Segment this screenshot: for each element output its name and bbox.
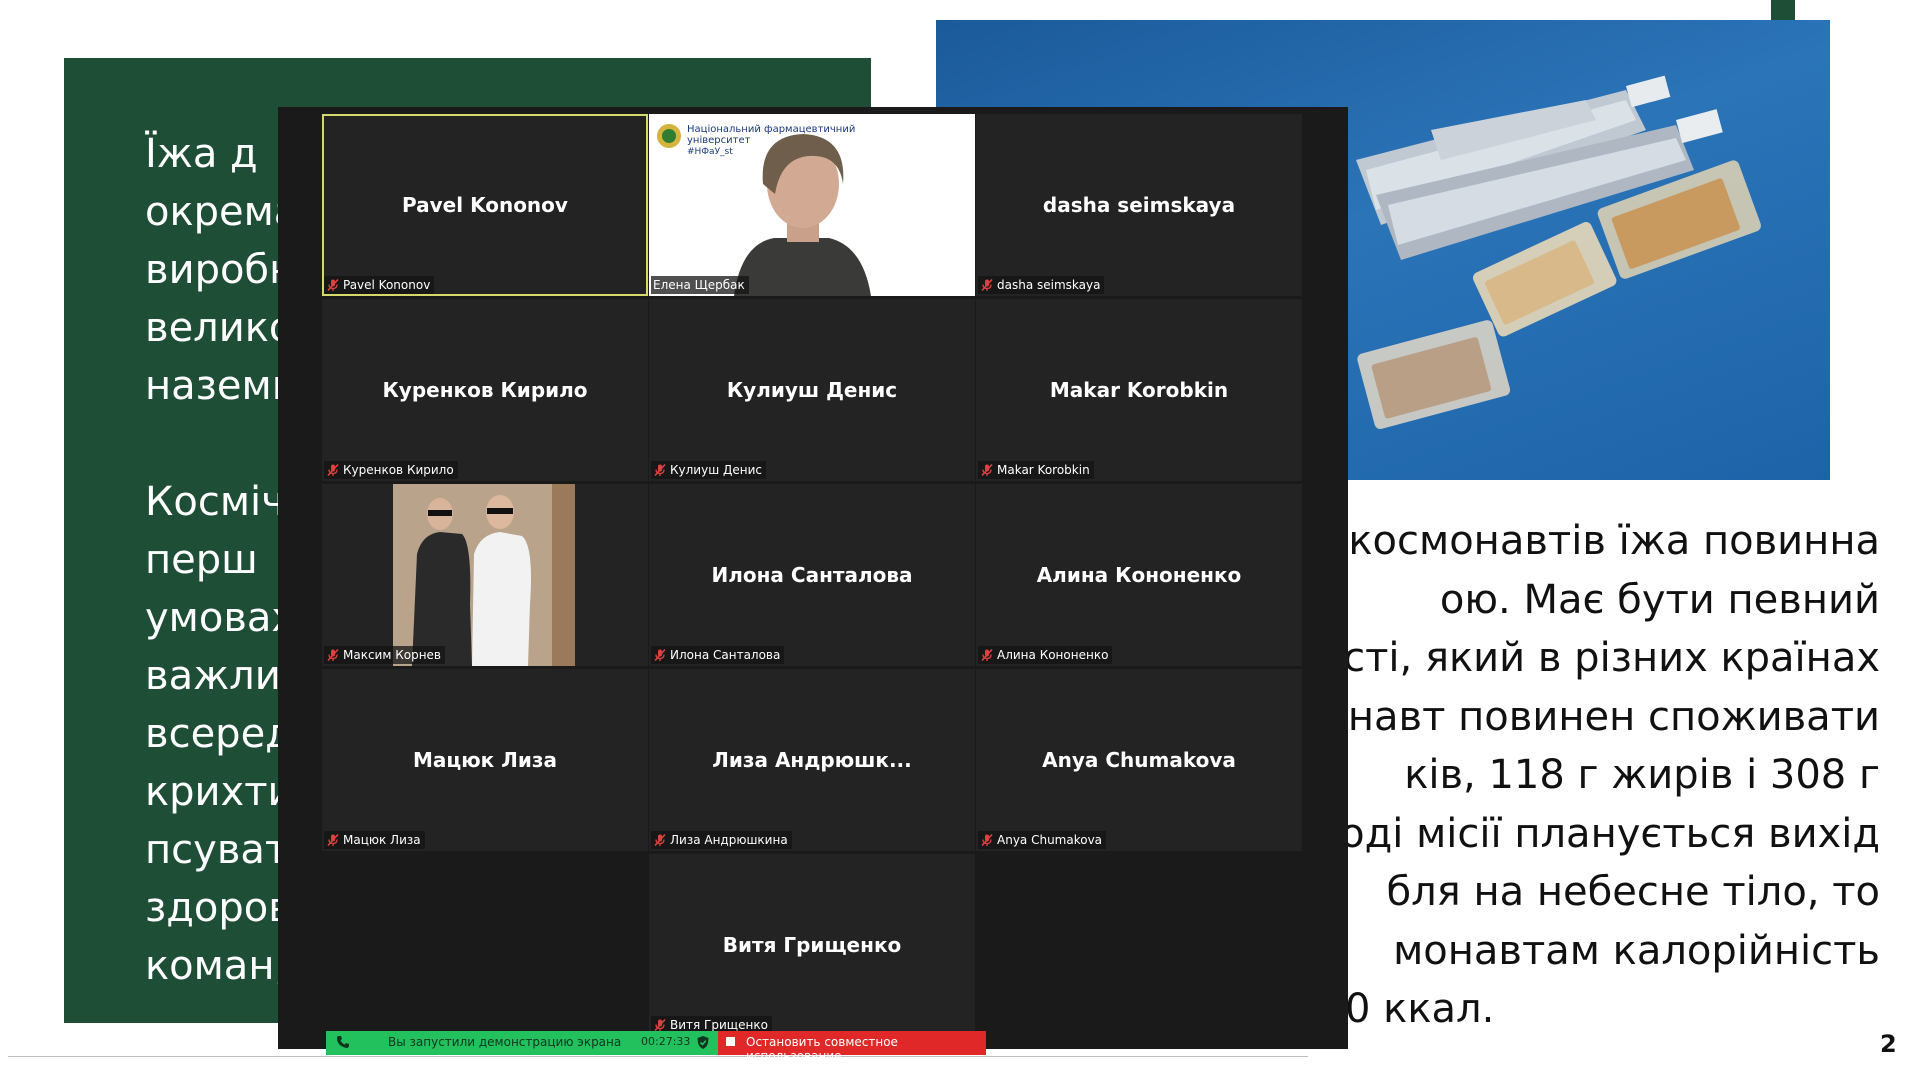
mic-muted-icon bbox=[327, 463, 339, 477]
participant-display-name: Витя Грищенко bbox=[722, 933, 902, 957]
participant-name-tag: dasha seimskaya bbox=[978, 276, 1105, 294]
mic-muted-icon bbox=[654, 1018, 666, 1032]
mic-muted-icon bbox=[327, 278, 339, 292]
share-status-text: Вы запустили демонстрацию экрана bbox=[388, 1035, 622, 1049]
participant-display-name: Куренков Кирило bbox=[382, 378, 588, 402]
participant-name-tag: Максим Корнев bbox=[324, 646, 445, 664]
empty-video-tile bbox=[976, 854, 1302, 1036]
mic-muted-icon bbox=[654, 463, 666, 477]
participant-tile[interactable]: Куренков Кирило Куренков Кирило bbox=[322, 299, 648, 481]
participant-tile[interactable]: Anya Chumakova Anya Chumakova bbox=[976, 669, 1302, 851]
mic-muted-icon bbox=[654, 833, 666, 847]
participant-display-name: Мацюк Лиза bbox=[413, 748, 557, 772]
participant-name-tag: Мацюк Лиза bbox=[324, 831, 425, 849]
participant-tile[interactable]: Алина Кононенко Алина Кононенко bbox=[976, 484, 1302, 666]
participant-name-tag: Илона Санталова bbox=[651, 646, 785, 664]
participant-name-tag: Куренков Кирило bbox=[324, 461, 458, 479]
participant-tile[interactable]: Мацюк Лиза Мацюк Лиза bbox=[322, 669, 648, 851]
participant-tile[interactable]: Лиза Андрюшк... Лиза Андрюшкина bbox=[649, 669, 975, 851]
mic-muted-icon bbox=[327, 648, 339, 662]
participant-name-tag: Makar Korobkin bbox=[978, 461, 1094, 479]
participant-display-name: Makar Korobkin bbox=[1049, 378, 1229, 402]
participant-tile[interactable]: Makar Korobkin Makar Korobkin bbox=[976, 299, 1302, 481]
participant-name-tag: Pavel Kononov bbox=[324, 276, 435, 294]
participant-name-tag: Алина Кононенко bbox=[978, 646, 1113, 664]
participant-display-name: Алина Кононенко bbox=[1036, 563, 1242, 587]
participant-display-name: Pavel Kononov bbox=[402, 193, 568, 217]
screen-share-bar: Вы запустили демонстрацию экрана 00:27:3… bbox=[326, 1031, 986, 1063]
phone-icon bbox=[337, 1036, 349, 1048]
slide-top-accent bbox=[1771, 0, 1795, 20]
participant-display-name: dasha seimskaya bbox=[1042, 193, 1236, 217]
participant-tile[interactable]: Максим Корнев bbox=[322, 484, 648, 666]
mic-muted-icon bbox=[981, 463, 993, 477]
participant-name-label: Илона Санталова bbox=[670, 648, 781, 662]
participant-name-label: Алина Кононенко bbox=[997, 648, 1109, 662]
participant-name-tag: Елена Щербак bbox=[651, 276, 749, 294]
participant-tile[interactable]: Кулиуш Денис Кулиуш Денис bbox=[649, 299, 975, 481]
participant-display-name: Илона Санталова bbox=[711, 563, 913, 587]
stop-share-button[interactable]: Остановить совместное использование bbox=[718, 1031, 986, 1063]
slide-page-number: 2 bbox=[1880, 1030, 1897, 1058]
participant-tile[interactable]: Pavel Kononov Pavel Kononov bbox=[322, 114, 648, 296]
participant-video bbox=[322, 484, 648, 666]
stop-square-icon bbox=[726, 1037, 735, 1046]
mic-muted-icon bbox=[327, 833, 339, 847]
participant-name-label: Кулиуш Денис bbox=[670, 463, 762, 477]
participant-name-label: Лиза Андрюшкина bbox=[670, 833, 788, 847]
participant-tile[interactable]: dasha seimskaya dasha seimskaya bbox=[976, 114, 1302, 296]
participant-name-label: Максим Корнев bbox=[343, 648, 441, 662]
participant-name-tag: Кулиуш Денис bbox=[651, 461, 766, 479]
participant-display-name: Лиза Андрюшк... bbox=[712, 748, 912, 772]
participant-name-label: Елена Щербак bbox=[653, 278, 745, 292]
participant-display-name: Кулиуш Денис bbox=[726, 378, 898, 402]
mic-muted-icon bbox=[654, 648, 666, 662]
share-status-bar: Вы запустили демонстрацию экрана 00:27:3… bbox=[326, 1031, 718, 1055]
participant-name-label: Pavel Kononov bbox=[343, 278, 431, 292]
participant-tile[interactable]: Илона Санталова Илона Санталова bbox=[649, 484, 975, 666]
participant-display-name: Anya Chumakova bbox=[1042, 748, 1236, 772]
share-timer: 00:27:33 bbox=[641, 1035, 691, 1048]
participant-name-label: Куренков Кирило bbox=[343, 463, 454, 477]
mic-muted-icon bbox=[981, 278, 993, 292]
stop-share-label: Остановить совместное использование bbox=[746, 1035, 898, 1063]
mic-muted-icon bbox=[981, 833, 993, 847]
participant-tile[interactable]: Національний фармацевтичний університет #Н… bbox=[649, 114, 975, 296]
participant-name-tag: Anya Chumakova bbox=[978, 831, 1107, 849]
participant-name-tag: Лиза Андрюшкина bbox=[651, 831, 792, 849]
participant-name-label: Витя Грищенко bbox=[670, 1018, 768, 1032]
participant-name-label: Makar Korobkin bbox=[997, 463, 1090, 477]
empty-video-tile bbox=[322, 854, 648, 1036]
participant-tile[interactable]: Витя Грищенко Витя Грищенко bbox=[649, 854, 975, 1036]
university-hashtag: #НФаУ_st bbox=[687, 147, 733, 157]
participant-name-label: dasha seimskaya bbox=[997, 278, 1101, 292]
slide-divider bbox=[8, 1056, 1308, 1057]
university-logo-text: університет bbox=[687, 135, 751, 146]
university-logo-text: Національний фармацевтичний bbox=[687, 124, 856, 135]
mic-muted-icon bbox=[981, 648, 993, 662]
participant-name-label: Anya Chumakova bbox=[997, 833, 1103, 847]
video-gallery-window[interactable]: Pavel Kononov Pavel Kononov Національний ф… bbox=[278, 107, 1348, 1049]
participant-name-label: Мацюк Лиза bbox=[343, 833, 421, 847]
shield-icon bbox=[697, 1036, 709, 1049]
